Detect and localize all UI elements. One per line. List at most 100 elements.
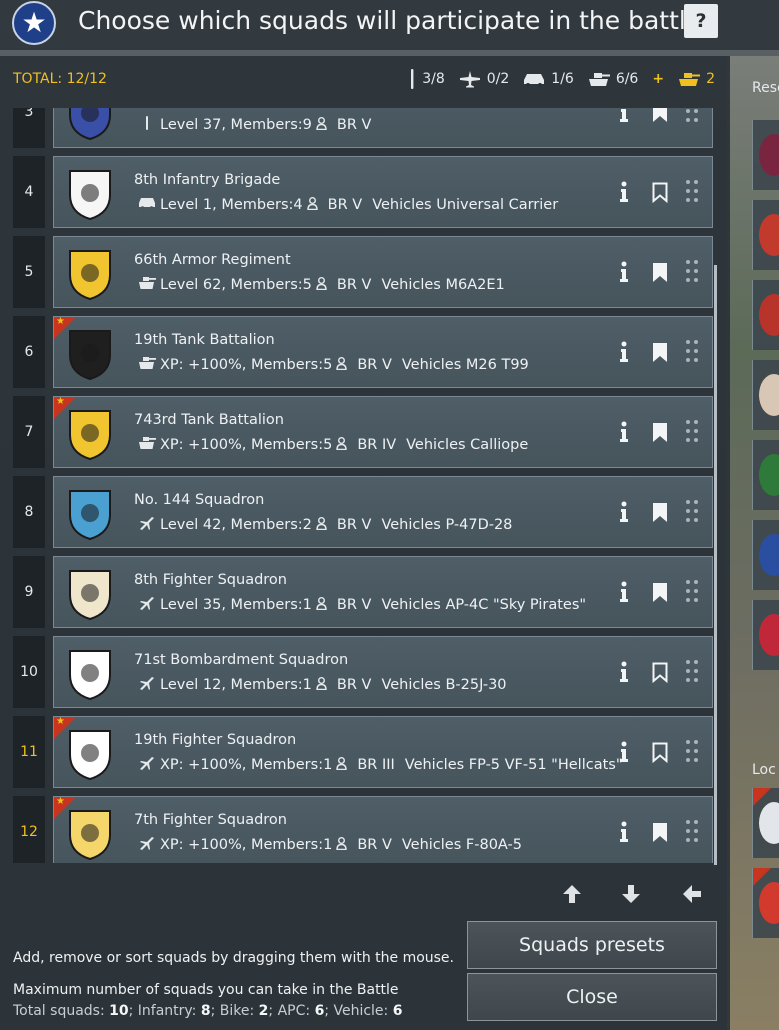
reserve-squad-tile[interactable] bbox=[752, 120, 779, 190]
reserve-squad-tile[interactable] bbox=[752, 440, 779, 510]
reserve-squad-tile[interactable] bbox=[752, 360, 779, 430]
bookmark-icon[interactable] bbox=[652, 262, 668, 283]
squad-row[interactable]: 11 ★ 19th Fighter Squadron XP: +100%, Membe… bbox=[13, 716, 713, 788]
info-icon[interactable] bbox=[618, 661, 630, 683]
reserve-squad-tile[interactable] bbox=[752, 600, 779, 670]
bookmark-icon[interactable] bbox=[652, 822, 668, 843]
drag-handle-icon[interactable] bbox=[685, 579, 699, 605]
plane-icon bbox=[138, 836, 156, 854]
squad-card[interactable]: Level 37, Members:9 BR V bbox=[53, 108, 713, 148]
squad-card[interactable]: ★ 19th Fighter Squadron XP: +100%, Members… bbox=[53, 716, 713, 788]
squad-level-members: Level 42, Members:2 bbox=[160, 517, 312, 533]
bookmark-icon[interactable] bbox=[652, 182, 668, 204]
local-squad-tile[interactable] bbox=[752, 788, 779, 858]
drag-handle-icon[interactable] bbox=[685, 499, 699, 525]
local-squad-tile[interactable] bbox=[752, 868, 779, 938]
bookmark-icon[interactable] bbox=[652, 342, 668, 363]
drag-handle-icon[interactable] bbox=[685, 819, 699, 845]
info-icon[interactable] bbox=[618, 501, 630, 523]
squad-card[interactable]: 8th Infantry Brigade Level 1, Members:4 BR… bbox=[53, 156, 713, 228]
drag-handle-icon[interactable] bbox=[685, 179, 699, 205]
drag-handle-icon[interactable] bbox=[685, 339, 699, 365]
squad-details: Level 1, Members:4 BR V Vehicles Universal… bbox=[138, 196, 558, 214]
info-icon[interactable] bbox=[618, 181, 630, 203]
squad-row[interactable]: 12 ★ 7th Fighter Squadron XP: +100%, Member… bbox=[13, 796, 713, 863]
squad-name: 7th Fighter Squadron bbox=[134, 812, 287, 828]
bookmark-icon[interactable] bbox=[652, 502, 668, 523]
squad-vehicles: Vehicles Universal Carrier bbox=[372, 197, 559, 213]
star-icon: ★ bbox=[12, 1, 56, 45]
battle-rating: BR IV bbox=[357, 437, 397, 453]
tank-count: 6/6 bbox=[588, 71, 638, 87]
person-icon bbox=[316, 116, 327, 134]
drag-handle-icon[interactable] bbox=[685, 419, 699, 445]
squad-card[interactable]: No. 144 Squadron Level 42, Members:2 BR V V… bbox=[53, 476, 713, 548]
squad-name: 66th Armor Regiment bbox=[134, 252, 291, 268]
squad-slot-number: 9 bbox=[13, 556, 45, 628]
premium-star-icon: ★ bbox=[56, 716, 65, 727]
battle-rating: BR V bbox=[336, 677, 372, 693]
squad-row[interactable]: 6 ★ 19th Tank Battalion XP: +100%, Members:… bbox=[13, 316, 713, 388]
info-icon[interactable] bbox=[618, 581, 630, 603]
bookmark-icon[interactable] bbox=[652, 662, 668, 684]
plane-icon bbox=[138, 516, 156, 534]
squad-vehicles: Vehicles M6A2E1 bbox=[381, 277, 505, 293]
squad-slot-number: 8 bbox=[13, 476, 45, 548]
squad-row[interactable]: 3 Level 37, Members:9 BR V bbox=[13, 108, 713, 148]
squad-emblem bbox=[62, 245, 118, 301]
squad-card[interactable]: ★ 7th Fighter Squadron XP: +100%, Members:… bbox=[53, 796, 713, 863]
squad-row[interactable]: 9 8th Fighter Squadron Level 35, Members:1… bbox=[13, 556, 713, 628]
squad-card[interactable]: 8th Fighter Squadron Level 35, Members:1 B… bbox=[53, 556, 713, 628]
squads-presets-button[interactable]: Squads presets bbox=[467, 921, 717, 969]
person-icon bbox=[306, 196, 318, 214]
squad-list[interactable]: 3 Level 37, Members:9 BR V 4 8th Infantry Br… bbox=[0, 108, 727, 863]
squad-level-members: Level 62, Members:5 bbox=[160, 277, 312, 293]
drag-handle-icon[interactable] bbox=[685, 739, 699, 765]
squad-row[interactable]: 8 No. 144 Squadron Level 42, Members:2 BR V… bbox=[13, 476, 713, 548]
reserve-squad-tile[interactable] bbox=[752, 280, 779, 350]
squad-card[interactable]: ★ 19th Tank Battalion XP: +100%, Members:5… bbox=[53, 316, 713, 388]
squad-name: 71st Bombardment Squadron bbox=[134, 652, 349, 668]
squad-row[interactable]: 10 71st Bombardment Squadron Level 12, Mem… bbox=[13, 636, 713, 708]
squad-vehicles: Vehicles Calliope bbox=[406, 437, 529, 453]
bookmark-icon[interactable] bbox=[652, 742, 668, 764]
arrow-down-icon[interactable] bbox=[619, 882, 643, 906]
squad-row[interactable]: 5 66th Armor Regiment Level 62, Members:5 B… bbox=[13, 236, 713, 308]
drag-handle-icon[interactable] bbox=[685, 108, 699, 125]
squad-card[interactable]: 71st Bombardment Squadron Level 12, Membe… bbox=[53, 636, 713, 708]
squad-card[interactable]: ★ 743rd Tank Battalion XP: +100%, Members:… bbox=[53, 396, 713, 468]
drag-handle-icon[interactable] bbox=[685, 659, 699, 685]
squad-slot-number: 5 bbox=[13, 236, 45, 308]
squad-row[interactable]: 7 ★ 743rd Tank Battalion XP: +100%, Members… bbox=[13, 396, 713, 468]
plane-count: 0/2 bbox=[459, 70, 509, 88]
bookmark-icon[interactable] bbox=[652, 422, 668, 443]
apc-count: 1/6 bbox=[523, 71, 574, 87]
squad-card[interactable]: 66th Armor Regiment Level 62, Members:5 BR… bbox=[53, 236, 713, 308]
info-icon[interactable] bbox=[618, 341, 630, 363]
squad-vehicles: Vehicles M26 T99 bbox=[401, 357, 529, 373]
info-icon[interactable] bbox=[618, 741, 630, 763]
help-button[interactable]: ? bbox=[684, 4, 718, 38]
reserve-squad-tile[interactable] bbox=[752, 520, 779, 590]
squad-row[interactable]: 4 8th Infantry Brigade Level 1, Members:4 B… bbox=[13, 156, 713, 228]
bookmark-icon[interactable] bbox=[652, 582, 668, 603]
squad-level-members: Level 1, Members:4 bbox=[160, 197, 303, 213]
info-icon[interactable] bbox=[618, 108, 630, 123]
page-title: Choose which squads will participate in … bbox=[78, 6, 702, 35]
info-icon[interactable] bbox=[618, 421, 630, 443]
drag-handle-icon[interactable] bbox=[685, 259, 699, 285]
arrow-left-icon[interactable] bbox=[680, 882, 704, 906]
plane-icon bbox=[138, 676, 156, 694]
squad-emblem bbox=[62, 108, 118, 141]
tank-icon bbox=[138, 436, 156, 454]
arrow-up-icon[interactable] bbox=[560, 882, 584, 906]
info-icon[interactable] bbox=[618, 821, 630, 843]
info-icon[interactable] bbox=[618, 261, 630, 283]
squad-emblem bbox=[62, 565, 118, 621]
list-scrollbar[interactable] bbox=[714, 265, 717, 865]
local-label: Loc bbox=[752, 762, 776, 778]
reserve-squad-tile[interactable] bbox=[752, 200, 779, 270]
apc-icon bbox=[524, 74, 545, 87]
bookmark-icon[interactable] bbox=[652, 108, 668, 123]
close-button[interactable]: Close bbox=[467, 973, 717, 1021]
